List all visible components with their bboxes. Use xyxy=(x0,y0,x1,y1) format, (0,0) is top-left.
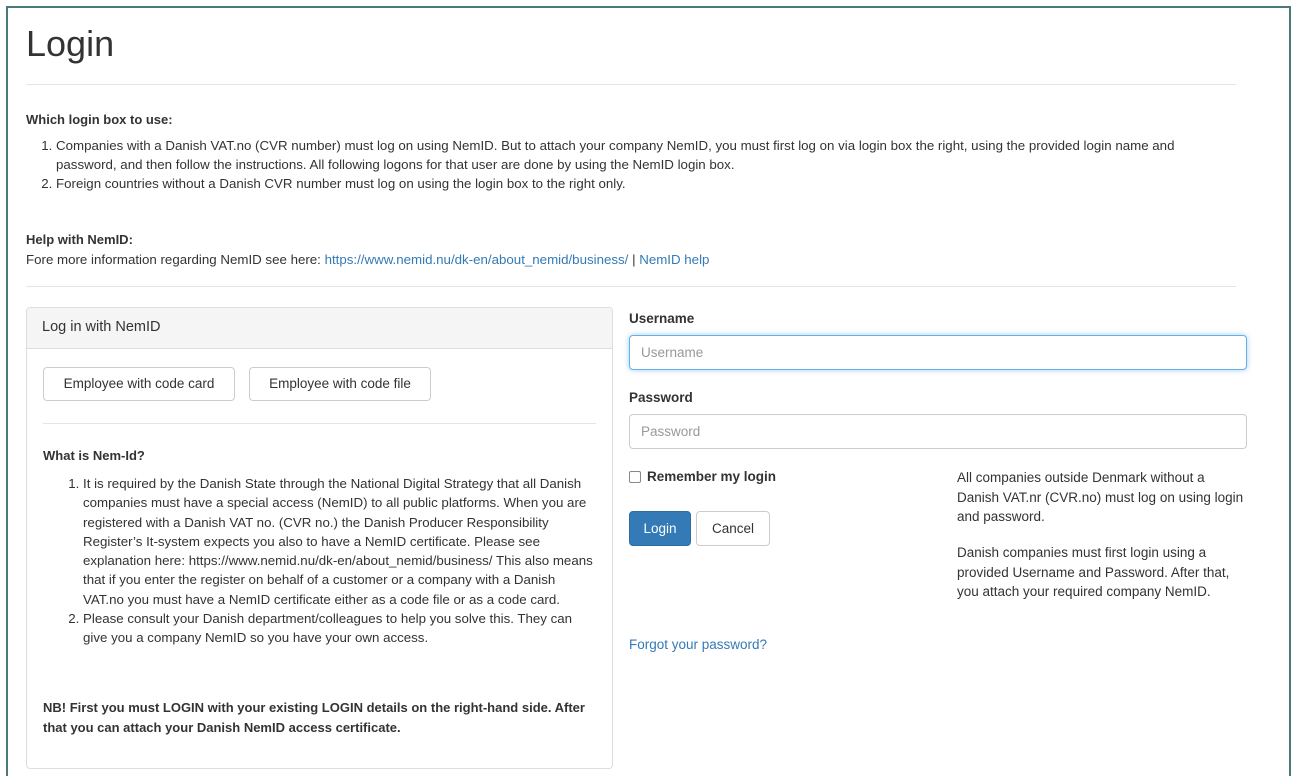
divider xyxy=(26,286,1236,287)
outside-denmark-note: All companies outside Denmark without a … xyxy=(957,470,1244,524)
username-label: Username xyxy=(629,311,695,326)
nemid-business-link[interactable]: https://www.nemid.nu/dk-en/about_nemid/b… xyxy=(325,252,629,267)
list-item: Companies with a Danish VAT.no (CVR numb… xyxy=(56,136,1236,174)
list-item: It is required by the Danish State throu… xyxy=(83,474,598,609)
whatis-nemid-list: It is required by the Danish State throu… xyxy=(43,474,598,648)
forgot-password-link[interactable]: Forgot your password? xyxy=(629,637,767,652)
divider xyxy=(26,84,1236,85)
list-item: Foreign countries without a Danish CVR n… xyxy=(56,174,1236,193)
intro-list: Companies with a Danish VAT.no (CVR numb… xyxy=(26,136,1236,193)
which-login-heading: Which login box to use: xyxy=(26,112,173,127)
page-frame: Login Which login box to use: Companies … xyxy=(6,6,1291,776)
remember-login[interactable]: Remember my login xyxy=(629,469,776,484)
page-title: Login xyxy=(26,23,115,64)
nemid-login-panel: Log in with NemID Employee with code car… xyxy=(26,307,613,769)
danish-companies-note: Danish companies must first login using … xyxy=(957,545,1230,599)
username-input[interactable] xyxy=(629,335,1247,370)
cancel-button[interactable]: Cancel xyxy=(696,511,770,546)
divider xyxy=(43,423,596,424)
code-card-button[interactable]: Employee with code card xyxy=(43,367,235,401)
code-file-button[interactable]: Employee with code file xyxy=(249,367,431,401)
remember-checkbox[interactable] xyxy=(629,470,641,483)
list-item: Please consult your Danish department/co… xyxy=(83,609,598,648)
password-input[interactable] xyxy=(629,414,1247,449)
nb-notice: NB! First you must LOGIN with your exist… xyxy=(43,700,585,735)
remember-label: Remember my login xyxy=(647,469,777,484)
whatis-nemid-heading: What is Nem-Id? xyxy=(43,448,145,463)
nemid-help-link[interactable]: NemID help xyxy=(639,252,709,267)
login-button[interactable]: Login xyxy=(629,511,691,546)
nemid-info-prefix: Fore more information regarding NemID se… xyxy=(26,252,325,267)
nemid-panel-heading: Log in with NemID xyxy=(27,308,612,349)
password-label: Password xyxy=(629,390,693,405)
help-heading: Help with NemID: xyxy=(26,232,133,247)
link-separator: | xyxy=(628,252,640,267)
nemid-info-line: Fore more information regarding NemID se… xyxy=(26,250,709,269)
